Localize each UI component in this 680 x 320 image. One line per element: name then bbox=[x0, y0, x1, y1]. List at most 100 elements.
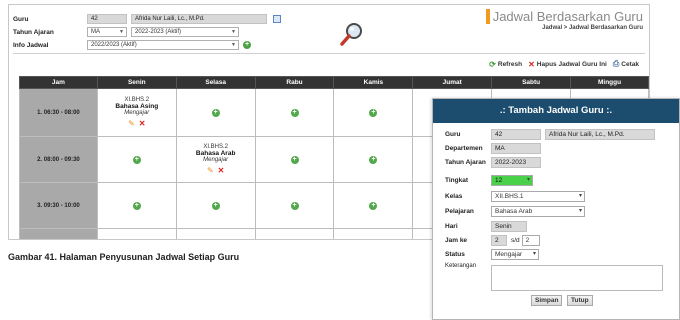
departemen-row: Departemen MA bbox=[445, 143, 545, 154]
info-filter-row: Info Jadwal 2022/2023 (Aktif) ▼ + bbox=[13, 39, 251, 51]
keterangan-label: Keterangan bbox=[445, 263, 477, 269]
delete-schedule-button[interactable]: ✕ Hapus Jadwal Guru Ini bbox=[528, 60, 607, 69]
search-icon[interactable] bbox=[339, 21, 365, 47]
guru-name-field: Afrida Nur Laili, Lc., M.Pd. bbox=[545, 129, 655, 140]
status-select[interactable]: Mengajar ▾ bbox=[491, 249, 539, 260]
info-jadwal-select[interactable]: 2022/2023 (Aktif) ▼ bbox=[87, 40, 239, 50]
empty-slot: + bbox=[175, 182, 256, 229]
chevron-down-icon: ▼ bbox=[119, 29, 124, 35]
info-label: Info Jadwal bbox=[13, 41, 49, 49]
tahun-filter-row: Tahun Ajaran MA ▼ 2022-2023 (Aktif) ▼ bbox=[13, 26, 243, 38]
guru-code-field: 42 bbox=[491, 129, 541, 140]
add-schedule-dialog: .: Tambah Jadwal Guru :. Guru 42 Afrida … bbox=[432, 98, 680, 320]
tahun-label: Tahun Ajaran bbox=[445, 159, 486, 166]
slot-subject: Bahasa Arab bbox=[195, 150, 236, 157]
kelas-row: Kelas XII.BHS.1 ▾ bbox=[445, 191, 588, 202]
tingkat-label: Tingkat bbox=[445, 177, 468, 184]
jam-to-input[interactable]: 2 bbox=[521, 235, 540, 246]
column-header: Rabu bbox=[254, 76, 335, 89]
print-icon: ⎙ bbox=[612, 59, 620, 68]
tingkat-select[interactable]: 12 ▾ bbox=[491, 175, 533, 186]
slot-status: Mengajar bbox=[203, 157, 229, 163]
guru-label: Guru bbox=[445, 131, 461, 138]
kelas-select[interactable]: XII.BHS.1 ▾ bbox=[491, 191, 585, 202]
guru-name-field: Afrida Nur Laili, Lc., M.Pd. bbox=[131, 14, 267, 24]
empty-slot: + bbox=[96, 136, 177, 183]
add-slot-icon[interactable]: + bbox=[290, 201, 299, 210]
column-header: Jumat bbox=[412, 76, 493, 89]
add-slot-icon[interactable]: + bbox=[369, 108, 378, 117]
hari-label: Hari bbox=[445, 223, 458, 230]
guru-label: Guru bbox=[13, 15, 29, 23]
chevron-down-icon: ▾ bbox=[526, 177, 530, 183]
page-title: Jadwal Berdasarkan Guru bbox=[485, 9, 643, 24]
jam-from-field: 2 bbox=[491, 235, 507, 246]
add-slot-icon[interactable]: + bbox=[369, 155, 378, 164]
add-info-icon[interactable]: + bbox=[243, 41, 251, 49]
add-slot-icon[interactable]: + bbox=[132, 201, 141, 210]
tahun-label: Tahun Ajaran bbox=[13, 28, 54, 36]
delete-icon: ✕ bbox=[528, 59, 535, 69]
add-slot-icon[interactable]: + bbox=[211, 201, 220, 210]
keterangan-textarea[interactable] bbox=[491, 265, 663, 291]
tingkat-row: Tingkat 12 ▾ bbox=[445, 175, 536, 186]
column-header: Selasa bbox=[175, 76, 256, 89]
chevron-down-icon: ▼ bbox=[231, 42, 236, 48]
keterangan-row: Keterangan bbox=[445, 263, 491, 270]
column-header: Sabtu bbox=[491, 76, 572, 89]
figure-caption: Gambar 41. Halaman Penyusunan Jadwal Set… bbox=[8, 252, 240, 262]
breadcrumb: Jadwal > Jadwal Berdasarkan Guru bbox=[542, 25, 643, 31]
close-button[interactable]: Tutup bbox=[567, 295, 593, 306]
add-slot-icon[interactable]: + bbox=[211, 108, 220, 117]
page-header: Jadwal Berdasarkan Guru Jadwal > Jadwal … bbox=[485, 9, 643, 31]
empty-slot: + bbox=[175, 88, 256, 137]
dialog-title: .: Tambah Jadwal Guru :. bbox=[433, 99, 679, 123]
column-header: Jam bbox=[19, 76, 98, 89]
pelajaran-select[interactable]: Bahasa Arab ▾ bbox=[491, 206, 585, 217]
table-header-row: Jam Senin Selasa Rabu Kamis Jumat Sabtu … bbox=[19, 76, 649, 89]
empty-slot: + bbox=[96, 182, 177, 229]
jam-row: Jam ke 2 s/d 2 bbox=[445, 235, 543, 246]
chevron-down-icon: ▾ bbox=[578, 193, 582, 199]
jam-label: Jam ke bbox=[445, 237, 468, 244]
guru-code-field: 42 bbox=[87, 14, 127, 24]
save-button[interactable]: Simpan bbox=[531, 295, 563, 306]
pelajaran-label: Pelajaran bbox=[445, 208, 474, 215]
guru-row: Guru 42 Afrida Nur Laili, Lc., M.Pd. bbox=[445, 129, 659, 140]
print-button[interactable]: ⎙ Cetak bbox=[613, 59, 639, 69]
chevron-down-icon: ▾ bbox=[578, 208, 582, 214]
jam-separator: s/d bbox=[511, 237, 520, 244]
column-header: Minggu bbox=[570, 76, 649, 89]
tahun-field: 2022-2023 bbox=[491, 157, 541, 168]
empty-slot: + bbox=[254, 88, 335, 137]
empty-slot: + bbox=[254, 182, 335, 229]
slot-subject: Bahasa Asing bbox=[115, 103, 159, 110]
hari-field: Senin bbox=[491, 221, 527, 232]
action-bar: ⟳ Refresh ✕ Hapus Jadwal Guru Ini ⎙ Cetak bbox=[483, 59, 639, 69]
edit-icon[interactable]: ✎ bbox=[128, 119, 135, 128]
time-cell: 1. 06:30 - 08:00 bbox=[19, 88, 98, 137]
empty-slot: + bbox=[333, 182, 414, 229]
guru-filter-row: Guru 42 Afrida Nur Laili, Lc., M.Pd. bbox=[13, 13, 281, 25]
refresh-icon: ⟳ bbox=[489, 59, 496, 69]
empty-slot: + bbox=[254, 136, 335, 183]
add-slot-icon[interactable]: + bbox=[290, 108, 299, 117]
column-header: Kamis bbox=[333, 76, 414, 89]
tahun-ajaran-select[interactable]: 2022-2023 (Aktif) ▼ bbox=[131, 27, 239, 37]
status-label: Status bbox=[445, 251, 465, 258]
delete-icon[interactable]: ✕ bbox=[139, 119, 146, 128]
delete-icon[interactable]: ✕ bbox=[218, 166, 225, 175]
add-slot-icon[interactable]: + bbox=[132, 155, 141, 164]
refresh-button[interactable]: ⟳ Refresh bbox=[489, 60, 522, 69]
kelas-label: Kelas bbox=[445, 193, 463, 200]
edit-icon[interactable]: ✎ bbox=[207, 166, 214, 175]
add-slot-icon[interactable]: + bbox=[290, 155, 299, 164]
add-slot-icon[interactable]: + bbox=[369, 201, 378, 210]
departemen-select[interactable]: MA ▼ bbox=[87, 27, 127, 37]
guru-picker-icon[interactable] bbox=[273, 15, 281, 23]
pelajaran-row: Pelajaran Bahasa Arab ▾ bbox=[445, 206, 588, 217]
schedule-slot: XI.BHS.2 Bahasa Arab Mengajar ✎ ✕ bbox=[175, 136, 256, 183]
divider bbox=[13, 53, 645, 54]
empty-slot: + bbox=[333, 88, 414, 137]
tahun-row: Tahun Ajaran 2022-2023 bbox=[445, 157, 545, 168]
